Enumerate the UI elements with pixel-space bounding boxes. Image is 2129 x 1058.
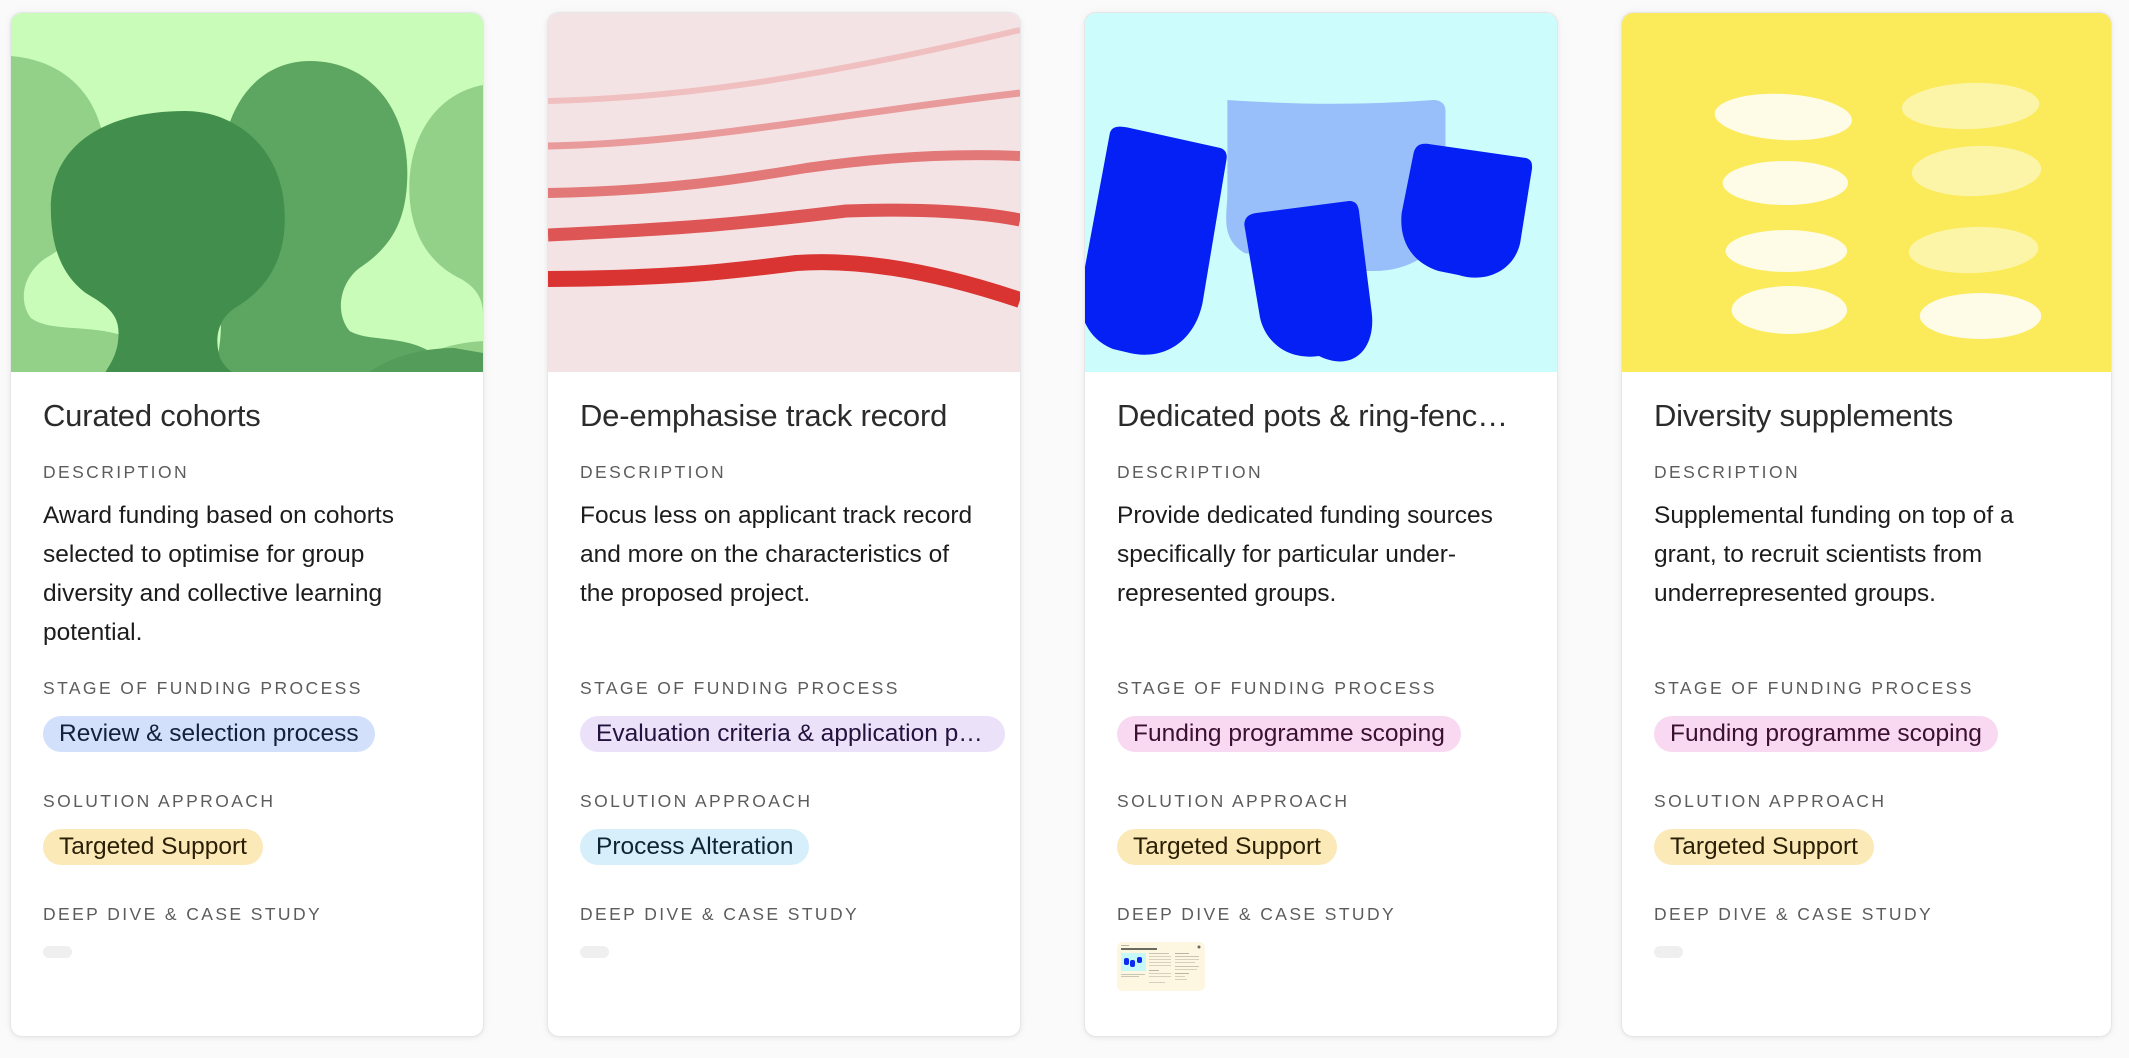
description-label: Description: [43, 462, 189, 482]
stage-label: Stage of funding process: [580, 678, 900, 698]
deep-dive-label: Deep dive & case study: [1117, 904, 1397, 924]
coin-stacks-illustration: [1622, 13, 2111, 372]
funding-pots-illustration: [1085, 13, 1557, 372]
stage-label: Stage of funding process: [43, 678, 363, 698]
description-label: Description: [1117, 462, 1263, 482]
solution-card[interactable]: Diversity supplements Description Supple…: [1621, 12, 2112, 1037]
solution-approach-label: Solution approach: [1654, 791, 1887, 811]
solution-card[interactable]: De-emphasise track record Description Fo…: [547, 12, 1021, 1037]
card-title[interactable]: Curated cohorts: [43, 396, 451, 436]
description-text: Focus less on applicant track record and…: [580, 502, 973, 607]
description-label: Description: [580, 462, 726, 482]
stage-label: Stage of funding process: [1654, 678, 1974, 698]
solution-approach-tag: Targeted Support: [43, 829, 263, 865]
stage-tag: Funding programme scoping: [1117, 716, 1461, 752]
solution-card[interactable]: Dedicated pots & ring-fenced funding Des…: [1084, 12, 1558, 1037]
description-text: Award funding based on cohorts selected …: [43, 502, 394, 646]
stage-label: Stage of funding process: [1117, 678, 1437, 698]
deep-dive-empty-placeholder: [580, 946, 609, 958]
solution-approach-tag: Process Alteration: [580, 829, 810, 865]
case-study-document-thumbnail[interactable]: [1117, 942, 1205, 991]
stage-tag: Evaluation criteria & application proces…: [580, 716, 1005, 752]
deep-dive-label: Deep dive & case study: [580, 904, 860, 924]
card-title[interactable]: Dedicated pots & ring-fenced funding: [1117, 396, 1525, 436]
solutions-card-grid: Curated cohorts Description Award fundin…: [10, 12, 2112, 1037]
solution-approach-label: Solution approach: [580, 791, 813, 811]
deep-dive-label: Deep dive & case study: [43, 904, 323, 924]
deep-dive-empty-placeholder: [1654, 946, 1683, 958]
solution-approach-label: Solution approach: [43, 791, 276, 811]
deep-dive-label: Deep dive & case study: [1654, 904, 1934, 924]
solution-approach-label: Solution approach: [1117, 791, 1350, 811]
solution-card[interactable]: Curated cohorts Description Award fundin…: [10, 12, 484, 1037]
solution-approach-tag: Targeted Support: [1117, 829, 1337, 865]
description-text: Supplemental funding on top of a grant, …: [1654, 502, 2014, 607]
wavy-lines-illustration: [548, 13, 1020, 372]
people-silhouettes-illustration: [11, 13, 483, 372]
card-title[interactable]: De-emphasise track record: [580, 396, 988, 436]
description-label: Description: [1654, 462, 1800, 482]
stage-tag: Funding programme scoping: [1654, 716, 1998, 752]
stage-tag: Review & selection process: [43, 716, 375, 752]
description-text: Provide dedicated funding sources specif…: [1117, 502, 1493, 607]
card-title[interactable]: Diversity supplements: [1654, 396, 2079, 436]
solution-approach-tag: Targeted Support: [1654, 829, 1874, 865]
deep-dive-empty-placeholder: [43, 946, 72, 958]
